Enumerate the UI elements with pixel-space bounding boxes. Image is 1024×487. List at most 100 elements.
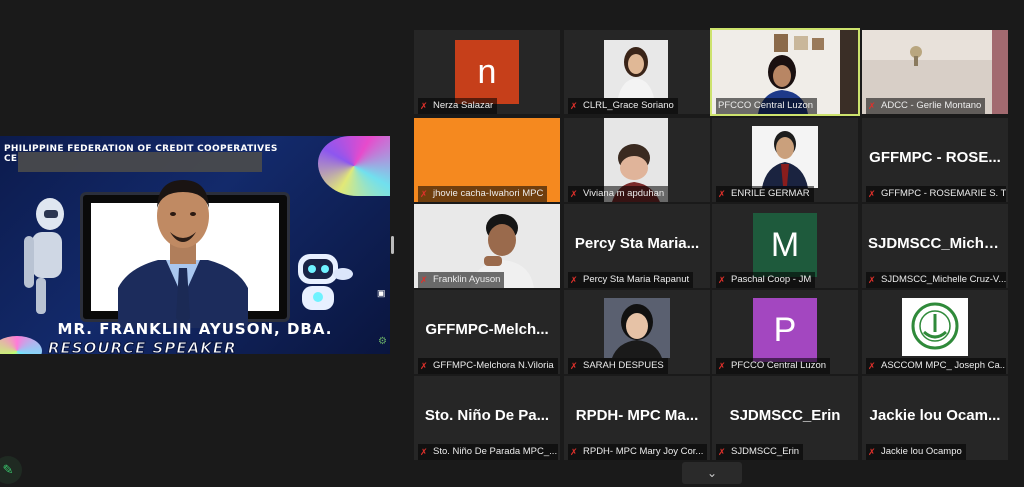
cute-robot-graphic — [298, 254, 353, 310]
participant-tile[interactable]: ✗ Franklin Ayuson — [414, 204, 560, 288]
participant-display-name: SJDMSCC_Erin — [729, 407, 841, 424]
speaker-name: MR. FRANKLIN AYUSON, DBA. — [57, 320, 333, 338]
participant-label: ✗ Sto. Niño De Parada MPC_... — [418, 444, 558, 460]
participant-tile[interactable]: ✗ Viviana m apduhan — [564, 118, 710, 202]
participant-tile[interactable]: Sto. Niño De Pa... ✗ Sto. Niño De Parada … — [414, 376, 560, 460]
participant-display-name: Sto. Niño De Pa... — [424, 407, 550, 424]
mic-muted-icon: ✗ — [570, 189, 578, 199]
participant-label: ✗ GFFMPC-Melchora N.Viloria — [418, 358, 558, 374]
participant-photo — [604, 298, 670, 358]
participant-tile[interactable]: n ✗ Nerza Salazar — [414, 30, 560, 114]
participant-display-name: GFFMPC-Melch... — [425, 321, 549, 338]
participant-tile[interactable]: Jackie lou Ocam... ✗ Jackie lou Ocampo — [862, 376, 1008, 460]
split-resize-handle[interactable] — [391, 236, 394, 254]
mic-muted-icon: ✗ — [420, 101, 428, 111]
participant-name: Viviana m apduhan — [583, 188, 665, 199]
participant-label: ✗ ENRILE GERMAR — [716, 186, 814, 202]
participant-name: SARAH DESPUES — [583, 360, 664, 371]
participant-display-name: Jackie lou Ocam... — [869, 407, 1001, 424]
participant-tile[interactable]: ✗ ENRILE GERMAR — [712, 118, 858, 202]
participant-label: ✗ ASCCOM MPC_ Joseph Ca... — [866, 358, 1006, 374]
participant-label: ✗ Viviana m apduhan — [568, 186, 669, 202]
participant-name: RPDH- MPC Mary Joy Cor... — [583, 446, 704, 457]
mic-muted-icon: ✗ — [718, 189, 726, 199]
participant-label: PFCCO Central Luzon — [716, 98, 818, 114]
scroll-down-button[interactable]: ⌄ — [682, 462, 742, 484]
mic-muted-icon: ✗ — [570, 275, 578, 285]
participant-label: ✗ PFCCO Central Luzon — [716, 358, 831, 374]
participant-label: ✗ Jackie lou Ocampo — [866, 444, 966, 460]
humanoid-robot-graphic — [24, 198, 64, 314]
participant-tile[interactable]: M ✗ Paschal Coop - JM — [712, 204, 858, 288]
participant-photo — [604, 40, 668, 98]
mic-muted-icon: ✗ — [718, 275, 726, 285]
banner-code: CE — [4, 154, 18, 164]
participant-tile[interactable]: GFFMPC - ROSE... ✗ GFFMPC - ROSEMARIE S. … — [862, 118, 1008, 202]
participant-label: ✗ RPDH- MPC Mary Joy Cor... — [568, 444, 708, 460]
participant-name: CLRL_Grace Soriano — [583, 100, 674, 111]
shared-screen[interactable]: PHILIPPINE FEDERATION OF CREDIT COOPERAT… — [0, 136, 390, 354]
participant-tile[interactable]: ✗ jhovie cacha-Iwahori MPC — [414, 118, 560, 202]
participant-label: ✗ GFFMPC - ROSEMARIE S. T... — [866, 186, 1006, 202]
participant-tile[interactable]: ✗ SARAH DESPUES — [564, 290, 710, 374]
annotate-pencil-button[interactable]: ✎ — [0, 456, 22, 484]
participant-tile[interactable]: ✗ CLRL_Grace Soriano — [564, 30, 710, 114]
participant-name: Sto. Niño De Parada MPC_... — [433, 446, 558, 457]
avatar-initial: P — [773, 310, 797, 349]
participant-label: ✗ CLRL_Grace Soriano — [568, 98, 678, 114]
participant-name: SJDMSCC_Erin — [731, 446, 800, 457]
participant-display-name: GFFMPC - ROSE... — [869, 149, 1001, 166]
participant-name: Franklin Ayuson — [433, 274, 501, 285]
participant-label: ✗ SJDMSCC_Michelle Cruz-V... — [866, 272, 1006, 288]
participant-display-name: Percy Sta Maria... — [574, 235, 700, 252]
mic-muted-icon: ✗ — [420, 275, 428, 285]
participant-label: ✗ jhovie cacha-Iwahori MPC — [418, 186, 548, 202]
participant-name: SJDMSCC_Michelle Cruz-V... — [881, 274, 1006, 285]
participant-label: ✗ SJDMSCC_Erin — [716, 444, 804, 460]
participant-label: ✗ SARAH DESPUES — [568, 358, 668, 374]
mic-muted-icon: ✗ — [570, 361, 578, 371]
participant-tile[interactable]: P ✗ PFCCO Central Luzon — [712, 290, 858, 374]
participant-tile[interactable]: GFFMPC-Melch... ✗ GFFMPC-Melchora N.Vilor… — [414, 290, 560, 374]
gear-icon: ⚙ — [378, 336, 387, 347]
mic-muted-icon: ✗ — [868, 101, 876, 111]
participant-display-name: SJDMSCC_Miche... — [868, 235, 1005, 252]
participant-name: GFFMPC-Melchora N.Viloria — [433, 360, 554, 371]
participant-photo — [752, 126, 818, 188]
participant-label: ✗ Franklin Ayuson — [418, 272, 505, 288]
participant-name: Paschal Coop - JM — [731, 274, 812, 285]
participant-name: Jackie lou Ocampo — [881, 446, 962, 457]
participant-avatar: M — [753, 213, 817, 277]
mic-muted-icon: ✗ — [570, 447, 578, 457]
speaker-photo — [118, 180, 248, 328]
mic-muted-icon: ✗ — [570, 101, 578, 111]
participant-tile[interactable]: ✗ ASCCOM MPC_ Joseph Ca... — [862, 290, 1008, 374]
participant-avatar: P — [753, 298, 817, 362]
participant-tile[interactable]: Percy Sta Maria... ✗ Percy Sta Maria Rapa… — [564, 204, 710, 288]
participant-tile[interactable]: RPDH- MPC Ma... ✗ RPDH- MPC Mary Joy Cor.… — [564, 376, 710, 460]
participant-name: PFCCO Central Luzon — [731, 360, 827, 371]
participant-tile[interactable]: ✗ ADCC - Gerlie Montano — [862, 30, 1008, 114]
mic-muted-icon: ✗ — [718, 447, 726, 457]
chevron-down-icon: ⌄ — [706, 466, 718, 480]
participant-tile-active-speaker[interactable]: PFCCO Central Luzon — [710, 28, 860, 116]
participant-name: Percy Sta Maria Rapanut — [583, 274, 690, 285]
banner: PHILIPPINE FEDERATION OF CREDIT COOPERAT… — [0, 140, 277, 172]
participant-display-name: RPDH- MPC Ma... — [575, 407, 699, 424]
participant-name: Nerza Salazar — [433, 100, 494, 111]
mic-muted-icon: ✗ — [868, 189, 876, 199]
participant-tile[interactable]: SJDMSCC_Miche... ✗ SJDMSCC_Michelle Cruz-… — [862, 204, 1008, 288]
participant-name: PFCCO Central Luzon — [718, 100, 814, 111]
mic-muted-icon: ✗ — [420, 447, 428, 457]
participant-name: ENRILE GERMAR — [731, 188, 810, 199]
avatar-initial: M — [770, 225, 800, 264]
pencil-icon: ✎ — [2, 462, 14, 477]
screen-icon: ▣ — [377, 288, 386, 298]
participant-name: ADCC - Gerlie Montano — [881, 100, 982, 111]
avatar-initial: n — [477, 52, 497, 91]
meeting-window: PHILIPPINE FEDERATION OF CREDIT COOPERAT… — [0, 0, 1024, 487]
mic-muted-icon: ✗ — [868, 361, 876, 371]
participant-logo — [902, 298, 968, 356]
participant-label: ✗ ADCC - Gerlie Montano — [866, 98, 986, 114]
participant-tile[interactable]: SJDMSCC_Erin ✗ SJDMSCC_Erin — [712, 376, 858, 460]
